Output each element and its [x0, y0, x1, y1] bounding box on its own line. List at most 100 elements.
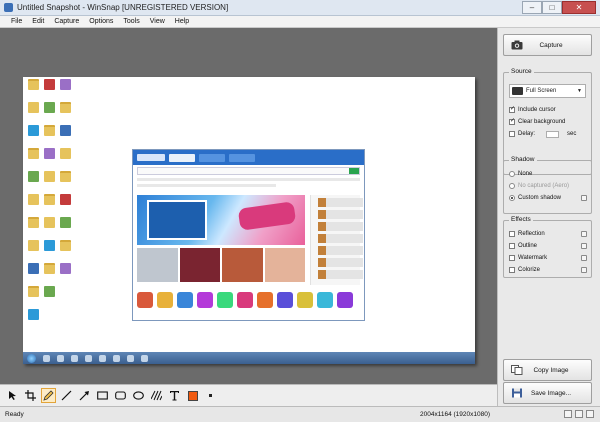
clear-background-row[interactable]: Clear background	[509, 117, 565, 125]
save-image-button[interactable]: Save Image...	[503, 382, 592, 404]
text-tool[interactable]	[167, 388, 182, 403]
captured-list-row	[318, 198, 363, 207]
captured-desktop-icon	[26, 171, 40, 182]
colorize-checkbox[interactable]	[509, 267, 515, 273]
captured-icon-glyph	[43, 286, 55, 297]
shadow-none-row[interactable]: None	[509, 171, 532, 177]
captured-taskbar-icon	[141, 354, 148, 362]
menu-options[interactable]: Options	[84, 16, 118, 27]
watermark-checkbox[interactable]	[509, 255, 515, 261]
rectangle-tool[interactable]	[95, 388, 110, 403]
captured-desktop-icon	[58, 102, 72, 113]
fit-icon[interactable]	[575, 410, 583, 418]
hatch-tool[interactable]	[149, 388, 164, 403]
captured-icon-glyph	[27, 309, 39, 320]
arrow-tool[interactable]	[77, 388, 92, 403]
pen-icon	[43, 390, 54, 401]
line-width-picker[interactable]	[203, 388, 218, 403]
line-icon	[61, 390, 72, 401]
captured-start-orb	[27, 353, 36, 363]
color-picker[interactable]	[185, 388, 200, 403]
captured-desktop-icon	[42, 171, 56, 182]
include-cursor-checkbox[interactable]	[509, 105, 515, 113]
capture-button[interactable]: Capture	[503, 34, 592, 56]
clear-background-checkbox[interactable]	[509, 117, 515, 125]
delay-spinbox[interactable]	[546, 131, 559, 138]
effect-watermark-row[interactable]: Watermark	[509, 255, 547, 261]
captured-text-line	[137, 178, 360, 181]
reflection-checkbox[interactable]	[509, 231, 515, 237]
status-text: Ready	[5, 411, 24, 418]
reflection-settings-button[interactable]	[581, 231, 587, 237]
pen-tool[interactable]	[41, 388, 56, 403]
menu-tools[interactable]: Tools	[118, 16, 144, 27]
line-tool[interactable]	[59, 388, 74, 403]
captured-list-row	[318, 222, 363, 231]
captured-taskbar-icon	[113, 354, 120, 362]
captured-taskbar-icon	[85, 354, 92, 362]
shadow-title: Shadow	[509, 156, 537, 163]
shadow-custom-row[interactable]: Custom shadow	[509, 195, 561, 201]
watermark-settings-button[interactable]	[581, 255, 587, 261]
effect-colorize-row[interactable]: Colorize	[509, 267, 540, 273]
minimize-button[interactable]: –	[522, 1, 542, 14]
menu-file[interactable]: File	[6, 16, 27, 27]
close-button[interactable]: ✕	[562, 1, 596, 14]
camera-icon	[511, 40, 523, 50]
outline-checkbox[interactable]	[509, 243, 515, 249]
outline-settings-button[interactable]	[581, 243, 587, 249]
captured-icon-glyph	[43, 263, 55, 274]
captured-promo-tile	[137, 248, 178, 282]
reflection-label: Reflection	[518, 231, 545, 237]
captured-browser-tab	[229, 153, 255, 162]
delay-checkbox[interactable]	[509, 131, 515, 137]
shadow-settings-button[interactable]	[581, 195, 587, 201]
captured-icon-glyph	[59, 148, 71, 159]
rounded-rectangle-icon	[115, 391, 126, 400]
pointer-tool[interactable]	[5, 388, 20, 403]
captured-desktop-icon	[26, 102, 40, 113]
effect-reflection-row[interactable]: Reflection	[509, 231, 545, 237]
captured-icon-glyph	[27, 171, 39, 182]
captured-icon-glyph	[59, 263, 71, 274]
captured-icon-glyph	[59, 171, 71, 182]
save-icon	[512, 388, 522, 398]
captured-icon-glyph	[43, 171, 55, 182]
snapshot-canvas[interactable]	[23, 77, 475, 364]
copy-image-button[interactable]: Copy Image	[503, 359, 592, 381]
menu-edit[interactable]: Edit	[27, 16, 49, 27]
captured-desktop-icon	[42, 148, 56, 159]
shadow-none-label: None	[518, 171, 533, 177]
captured-icon-glyph	[59, 125, 71, 136]
crop-tool[interactable]	[23, 388, 38, 403]
captured-taskbar-icon	[57, 354, 64, 362]
captured-desktop-icon	[58, 125, 72, 136]
colorize-settings-button[interactable]	[581, 267, 587, 273]
capture-mode-select[interactable]: Full Screen ▼	[509, 84, 586, 98]
rounded-rectangle-tool[interactable]	[113, 388, 128, 403]
shadow-custom-radio[interactable]	[509, 195, 515, 201]
maximize-button[interactable]: □	[542, 1, 562, 14]
ellipse-tool[interactable]	[131, 388, 146, 403]
zoom-icon[interactable]	[564, 410, 572, 418]
captured-list-row	[318, 210, 363, 219]
captured-desktop-icon	[26, 148, 40, 159]
captured-icon-glyph	[43, 217, 55, 228]
include-cursor-row[interactable]: Include cursor	[509, 105, 556, 113]
capture-mode-value: Full Screen	[526, 88, 557, 94]
actual-size-icon[interactable]	[586, 410, 594, 418]
menu-view[interactable]: View	[145, 16, 170, 27]
menu-help[interactable]: Help	[170, 16, 194, 27]
effect-outline-row[interactable]: Outline	[509, 243, 537, 249]
captured-list-row	[318, 246, 363, 255]
captured-desktop-icon	[42, 217, 56, 228]
shadow-none-radio[interactable]	[509, 171, 515, 177]
captured-desktop-icon	[42, 240, 56, 251]
chevron-down-icon: ▼	[577, 88, 582, 94]
captured-list-row	[318, 270, 363, 279]
captured-icon-glyph	[27, 240, 39, 251]
menu-capture[interactable]: Capture	[49, 16, 84, 27]
captured-game-icon	[317, 292, 333, 308]
captured-desktop-icon	[42, 263, 56, 274]
shadow-aero-row: No captured (Aero)	[509, 183, 569, 189]
